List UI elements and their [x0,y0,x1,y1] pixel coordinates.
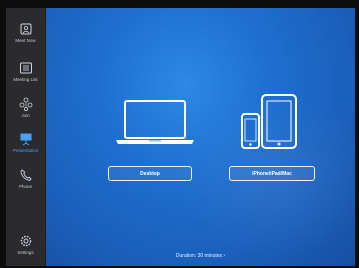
display-bezel: Meet Now Meeting List Join Presentation [0,0,359,268]
sidebar-item-label: Meeting List [13,77,38,82]
iphone-ipad-mac-button[interactable]: iPhone/iPad/Mac [229,166,315,181]
sidebar-item-meet-now[interactable]: Meet Now [6,22,45,50]
laptop-icon [116,98,194,146]
duration-link[interactable]: Duration: 30 minutes › [46,253,355,259]
sidebar-item-label: Presentation [12,148,39,153]
sidebar-item-presentation[interactable]: Presentation [6,132,45,160]
sidebar: Meet Now Meeting List Join Presentation [6,8,46,266]
desktop-button[interactable]: Desktop [108,166,192,181]
presentation-icon [19,132,33,146]
settings-icon [19,234,33,248]
sidebar-item-label: Join [21,113,30,118]
join-icon [19,97,33,111]
presentation-panel: Desktop iPhone/iPad/Mac Duration: 30 min… [46,8,355,266]
mobile-devices-icon [239,94,299,150]
meeting-list-icon [19,61,33,75]
sidebar-item-label: Phone [18,184,32,189]
desktop-button-label: Desktop [140,170,160,177]
sidebar-item-join[interactable]: Join [6,97,45,125]
meet-now-icon [19,22,33,36]
sidebar-item-meeting-list[interactable]: Meeting List [6,61,45,89]
sidebar-item-label: Settings [17,250,34,255]
sidebar-item-settings[interactable]: Settings [6,234,45,262]
phone-icon [19,168,33,182]
screen: Meet Now Meeting List Join Presentation [6,8,355,266]
sidebar-item-phone[interactable]: Phone [6,168,45,196]
sidebar-item-label: Meet Now [15,38,36,43]
iphone-ipad-mac-button-label: iPhone/iPad/Mac [252,170,292,177]
